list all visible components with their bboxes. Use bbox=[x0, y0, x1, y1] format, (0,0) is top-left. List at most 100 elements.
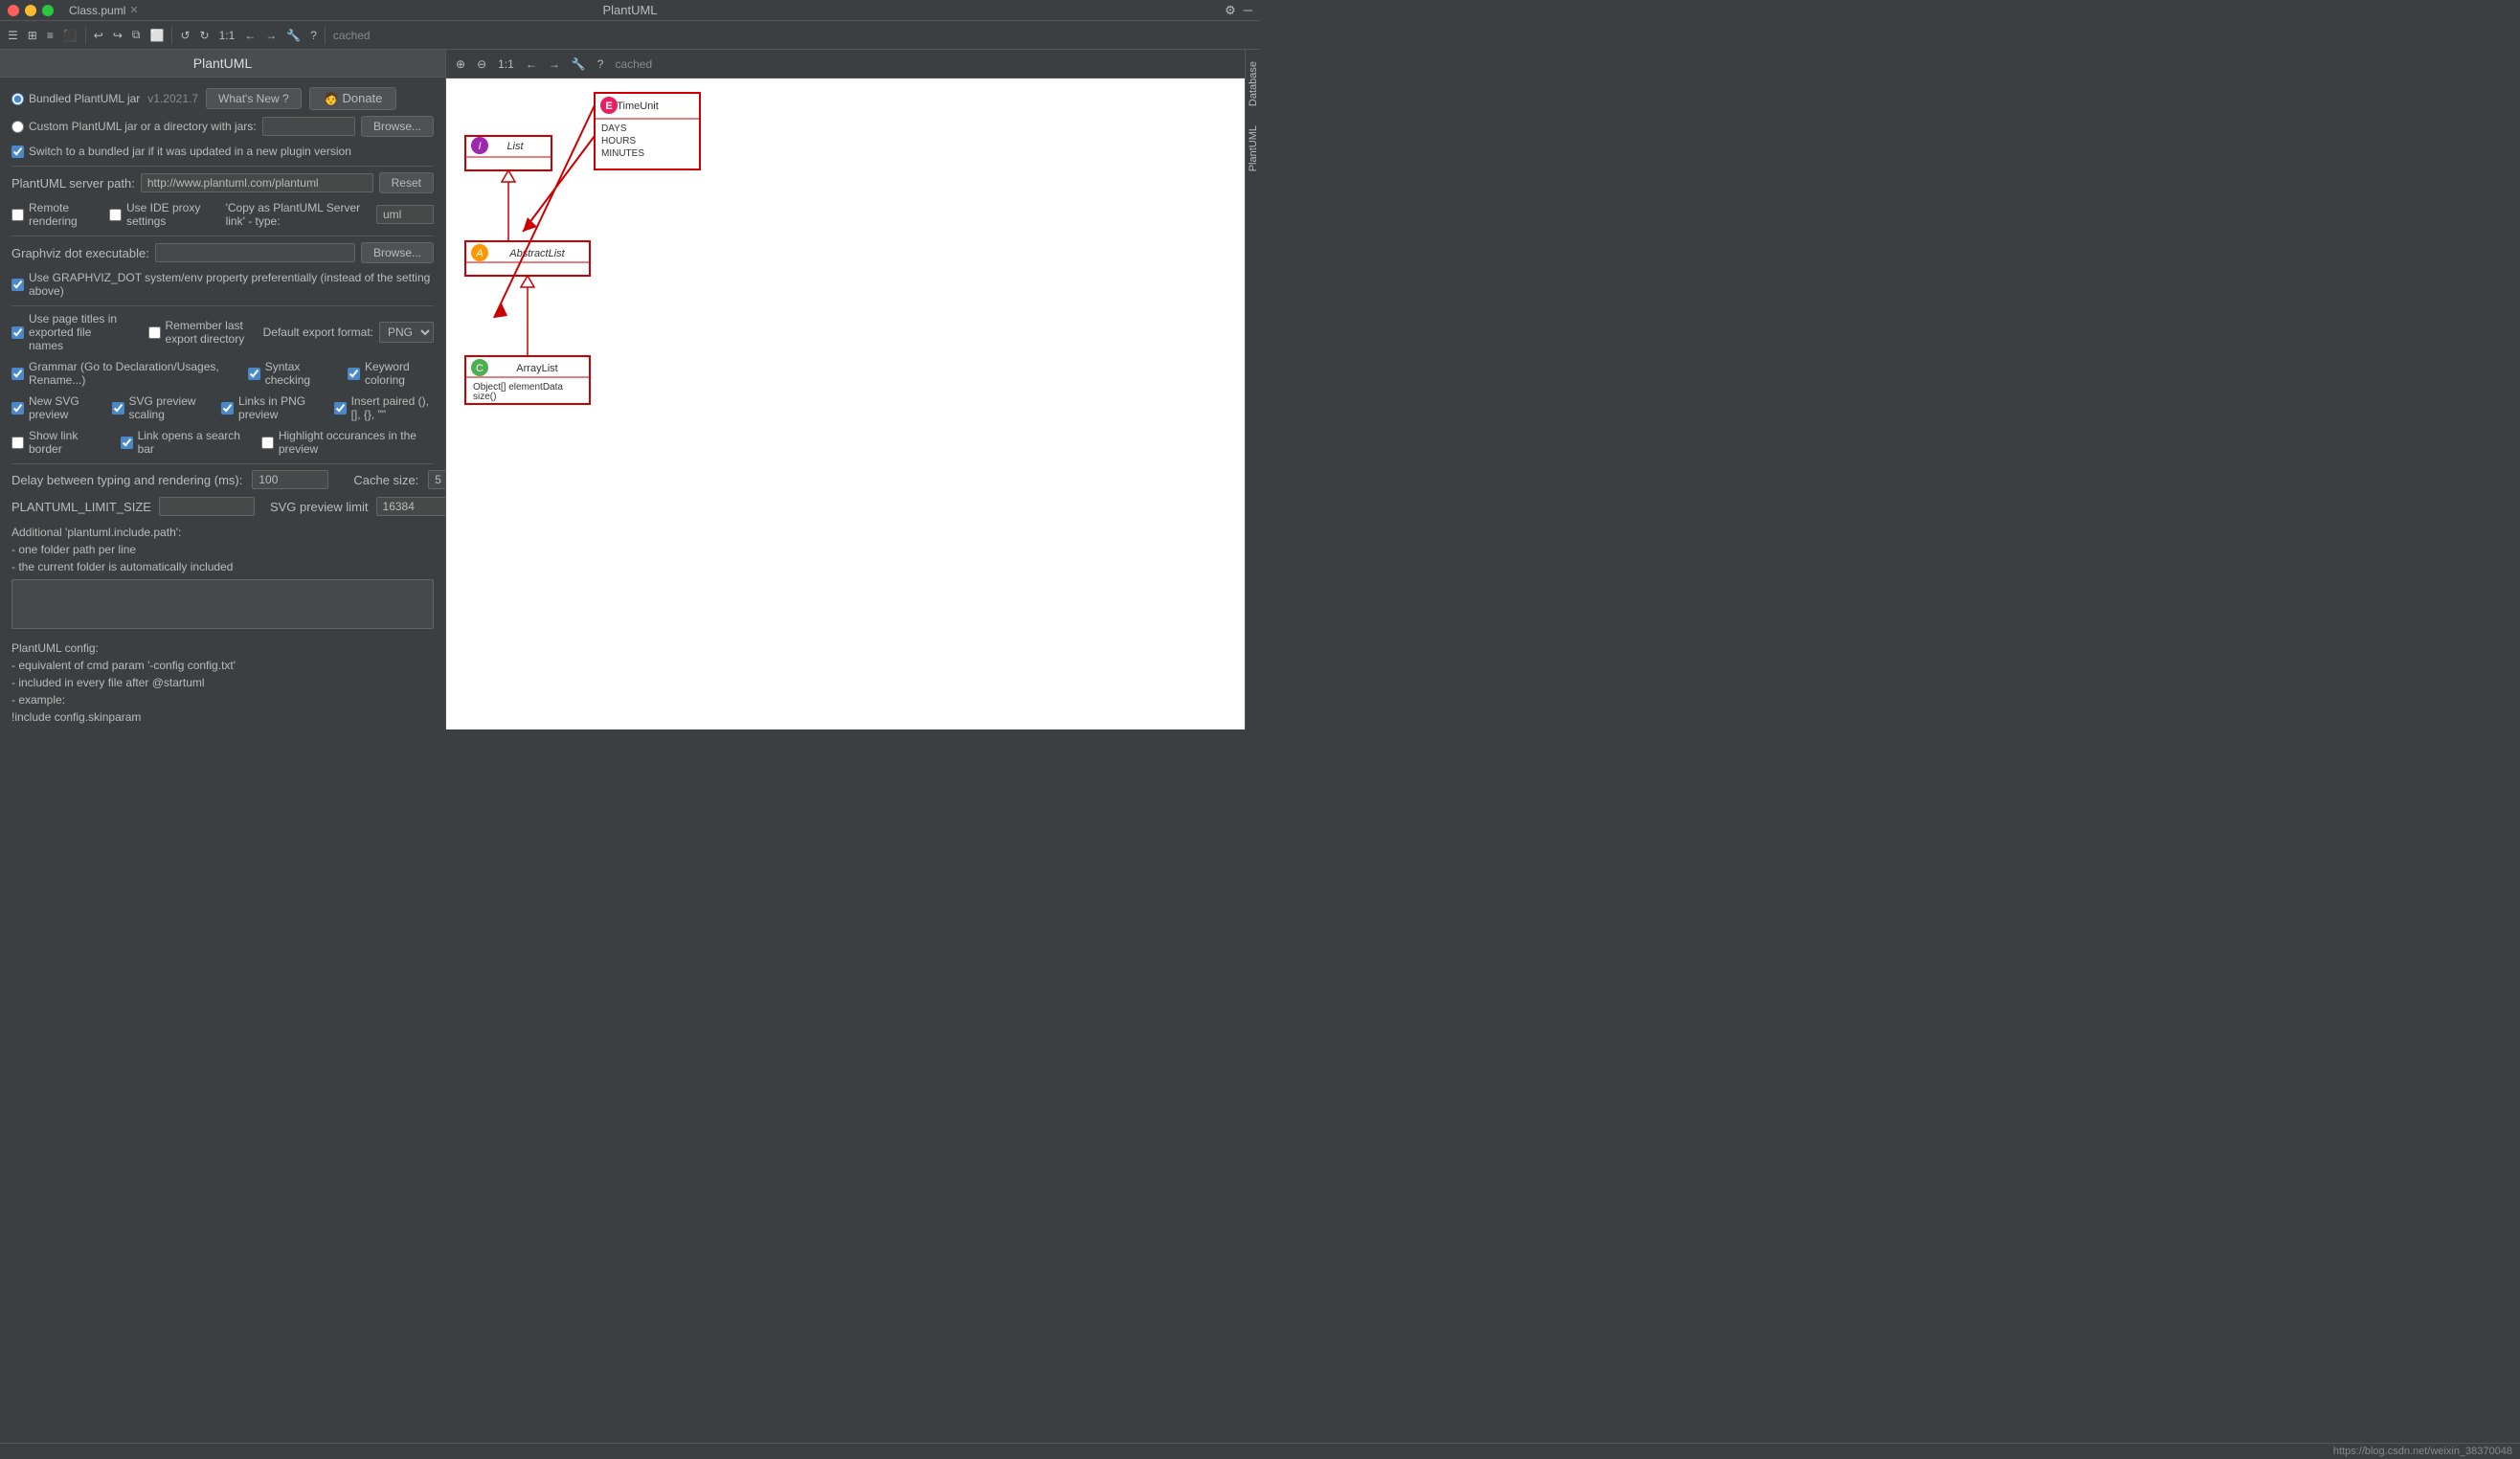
remote-rendering-checkbox[interactable] bbox=[11, 209, 24, 221]
preview-back[interactable]: ← bbox=[522, 56, 541, 73]
svg-text:I: I bbox=[478, 141, 481, 152]
reset-button[interactable]: Reset bbox=[379, 172, 434, 193]
toolbar-undo[interactable]: ↩ bbox=[90, 27, 107, 44]
custom-jar-option[interactable]: Custom PlantUML jar or a directory with … bbox=[11, 120, 257, 133]
link-opens-search-checkbox[interactable] bbox=[121, 437, 133, 449]
custom-radio[interactable] bbox=[11, 121, 24, 133]
preview-zoom-out[interactable]: ⊖ bbox=[473, 56, 490, 73]
insert-paired-option[interactable]: Insert paired (), [], {}, "" bbox=[334, 394, 434, 421]
toolbar-help[interactable]: ? bbox=[306, 27, 321, 44]
toolbar-grid[interactable]: ⊞ bbox=[24, 27, 41, 44]
grammar-option[interactable]: Grammar (Go to Declaration/Usages, Renam… bbox=[11, 360, 231, 387]
syntax-checking-checkbox[interactable] bbox=[248, 368, 260, 380]
page-titles-option[interactable]: Use page titles in exported file names bbox=[11, 312, 129, 352]
grammar-checkbox[interactable] bbox=[11, 368, 24, 380]
whats-new-button[interactable]: What's New ? bbox=[206, 88, 302, 109]
switch-bundled-row: Switch to a bundled jar if it was update… bbox=[11, 145, 434, 158]
custom-jar-path-input[interactable] bbox=[262, 117, 355, 136]
sidebar-tab-plantuml[interactable]: PlantUML bbox=[1246, 118, 1261, 179]
donate-button[interactable]: 🧑 Donate bbox=[309, 87, 397, 110]
right-sidebar: Database PlantUML bbox=[1245, 50, 1260, 730]
sep-1 bbox=[11, 166, 434, 167]
preview-settings[interactable]: 🔧 bbox=[568, 56, 590, 73]
switch-bundled-option[interactable]: Switch to a bundled jar if it was update… bbox=[11, 145, 351, 158]
include-path-hint2: - the current folder is automatically in… bbox=[11, 560, 233, 573]
svg-scaling-option[interactable]: SVG preview scaling bbox=[112, 394, 205, 421]
preview-zoom-in[interactable]: ⊕ bbox=[452, 56, 469, 73]
keyword-coloring-checkbox[interactable] bbox=[348, 368, 360, 380]
bundled-radio[interactable] bbox=[11, 93, 24, 105]
toolbar-arrow-right[interactable]: → bbox=[261, 27, 281, 44]
config-hint5: skinparam monochrome true bbox=[11, 728, 158, 730]
tab-class-puml[interactable]: Class.puml ✕ bbox=[59, 2, 148, 19]
maximize-button[interactable] bbox=[42, 5, 54, 16]
include-path-textarea[interactable] bbox=[11, 579, 434, 629]
sidebar-tab-database[interactable]: Database bbox=[1246, 54, 1261, 114]
graphviz-row: Graphviz dot executable: Browse... bbox=[11, 242, 434, 263]
insert-paired-checkbox[interactable] bbox=[334, 402, 347, 415]
links-png-option[interactable]: Links in PNG preview bbox=[221, 394, 317, 421]
minimize-icon[interactable]: ─ bbox=[1244, 3, 1252, 17]
close-button[interactable] bbox=[8, 5, 19, 16]
link-opens-search-option[interactable]: Link opens a search bar bbox=[121, 429, 242, 456]
highlight-occurrences-option[interactable]: Highlight occurances in the preview bbox=[261, 429, 434, 456]
settings-icon[interactable]: ⚙ bbox=[1225, 3, 1236, 18]
use-graphviz-option[interactable]: Use GRAPHVIZ_DOT system/env property pre… bbox=[11, 271, 434, 298]
use-graphviz-checkbox[interactable] bbox=[11, 279, 24, 291]
toolbar-paste[interactable]: ⬜ bbox=[146, 27, 169, 44]
show-link-border-checkbox[interactable] bbox=[11, 437, 24, 449]
limit-size-input[interactable] bbox=[159, 497, 255, 516]
preview-help[interactable]: ? bbox=[594, 56, 608, 73]
bundled-jar-option[interactable]: Bundled PlantUML jar bbox=[11, 92, 140, 105]
cache-size-input[interactable] bbox=[428, 470, 446, 489]
main-toolbar: ☰ ⊞ ≡ ⬛ ↩ ↪ ⧉ ⬜ ↺ ↻ 1:1 ← → 🔧 ? cached bbox=[0, 21, 1260, 50]
svg-preview-limit-input[interactable] bbox=[376, 497, 446, 516]
include-path-title: Additional 'plantuml.include.path': bbox=[11, 526, 181, 539]
graphviz-browse-button[interactable]: Browse... bbox=[361, 242, 434, 263]
copy-link-input[interactable] bbox=[376, 205, 434, 224]
toolbar-back[interactable]: ↺ bbox=[176, 27, 193, 44]
toolbar-forward[interactable]: ↻ bbox=[196, 27, 214, 44]
graphviz-path-input[interactable] bbox=[155, 243, 355, 262]
toolbar-menu[interactable]: ☰ bbox=[4, 27, 22, 44]
minimize-button[interactable] bbox=[25, 5, 36, 16]
svg-text:List: List bbox=[506, 141, 524, 152]
toolbar-redo[interactable]: ↪ bbox=[109, 27, 126, 44]
toolbar-square[interactable]: ⬛ bbox=[59, 27, 81, 44]
remember-export-option[interactable]: Remember last export directory bbox=[148, 319, 248, 346]
show-link-border-option[interactable]: Show link border bbox=[11, 429, 101, 456]
remote-rendering-option[interactable]: Remote rendering bbox=[11, 201, 94, 228]
toolbar-sep-1 bbox=[85, 27, 86, 44]
svg-scaling-checkbox[interactable] bbox=[112, 402, 124, 415]
export-options-row: Use page titles in exported file names R… bbox=[11, 312, 434, 352]
server-path-input[interactable] bbox=[141, 173, 373, 192]
use-graphviz-row: Use GRAPHVIZ_DOT system/env property pre… bbox=[11, 271, 434, 298]
highlight-occurrences-checkbox[interactable] bbox=[261, 437, 274, 449]
page-titles-checkbox[interactable] bbox=[11, 326, 24, 339]
toolbar-copy[interactable]: ⧉ bbox=[128, 26, 145, 44]
toolbar-arrow-left[interactable]: ← bbox=[240, 27, 259, 44]
syntax-checking-option[interactable]: Syntax checking bbox=[248, 360, 330, 387]
toolbar-list[interactable]: ≡ bbox=[43, 27, 57, 44]
default-export-select[interactable]: PNG SVG PDF bbox=[379, 322, 434, 343]
preview-content: E TimeUnit DAYS HOURS MINUTES I List bbox=[446, 79, 1245, 730]
new-svg-checkbox[interactable] bbox=[11, 402, 24, 415]
switch-bundled-checkbox[interactable] bbox=[11, 146, 24, 158]
preview-forward[interactable]: → bbox=[545, 56, 564, 73]
tab-close-icon[interactable]: ✕ bbox=[129, 4, 138, 16]
toolbar-zoom-fit[interactable]: 1:1 bbox=[215, 27, 239, 44]
grammar-label: Grammar (Go to Declaration/Usages, Renam… bbox=[29, 360, 231, 387]
svg-text:MINUTES: MINUTES bbox=[601, 148, 644, 159]
custom-jar-browse-button[interactable]: Browse... bbox=[361, 116, 434, 137]
syntax-checking-label: Syntax checking bbox=[265, 360, 330, 387]
preview-zoom-fit[interactable]: 1:1 bbox=[494, 56, 518, 73]
remember-export-checkbox[interactable] bbox=[148, 326, 161, 339]
keyword-coloring-option[interactable]: Keyword coloring bbox=[348, 360, 434, 387]
toolbar-wrench[interactable]: 🔧 bbox=[282, 27, 304, 44]
delay-input[interactable] bbox=[252, 470, 328, 489]
new-svg-option[interactable]: New SVG preview bbox=[11, 394, 95, 421]
window-controls: Class.puml ✕ bbox=[8, 2, 148, 19]
use-ide-proxy-checkbox[interactable] bbox=[109, 209, 122, 221]
links-png-checkbox[interactable] bbox=[221, 402, 234, 415]
use-ide-proxy-option[interactable]: Use IDE proxy settings bbox=[109, 201, 211, 228]
